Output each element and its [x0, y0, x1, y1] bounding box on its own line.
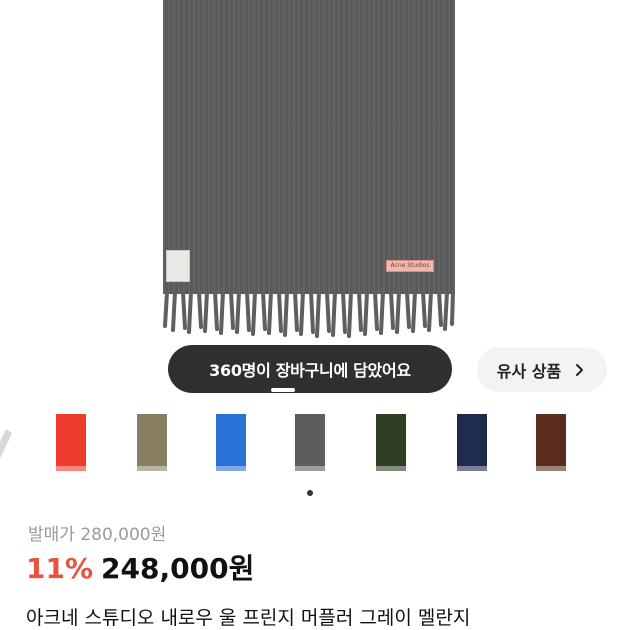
- thumbnail-blue[interactable]: [196, 402, 266, 484]
- thumbnail-partial-grey[interactable]: [0, 402, 12, 484]
- discount-rate: 11%: [26, 552, 94, 585]
- thumbnail-forest-green[interactable]: [356, 402, 426, 484]
- color-thumbnail-strip[interactable]: [0, 402, 620, 492]
- thumbnail-page-dot: [307, 490, 313, 496]
- similar-products-label: 유사 상품: [496, 361, 562, 381]
- similar-products-button[interactable]: 유사 상품: [477, 347, 607, 392]
- original-price: 발매가 280,000원: [28, 525, 167, 545]
- thumbnail-brown[interactable]: [516, 402, 586, 484]
- product-name: 아크네 스튜디오 내로우 울 프린지 머플러 그레이 멜란지: [26, 607, 471, 629]
- thumbnail-red[interactable]: [36, 402, 106, 484]
- sale-price: 248,000원: [101, 552, 255, 585]
- brand-tag: Acne Studios: [386, 260, 434, 272]
- thumbnail-navy[interactable]: [437, 402, 507, 484]
- cart-count-notice: 360명이 장바구니에 담았어요: [168, 345, 452, 393]
- chevron-right-icon: [576, 363, 584, 376]
- price-row: 11% 248,000원: [26, 547, 254, 587]
- product-image-area[interactable]: Acne Studios 360명이 장바구니에 담았어요 유사 상품: [0, 0, 620, 400]
- thumbnail-olive[interactable]: [117, 402, 187, 484]
- image-progress-indicator: [271, 388, 295, 392]
- scarf-fringe: [163, 292, 455, 338]
- product-image: [163, 0, 455, 294]
- care-label: [166, 250, 190, 282]
- thumbnail-partial-light-blue[interactable]: [596, 402, 620, 484]
- thumbnail-grey[interactable]: [275, 402, 345, 484]
